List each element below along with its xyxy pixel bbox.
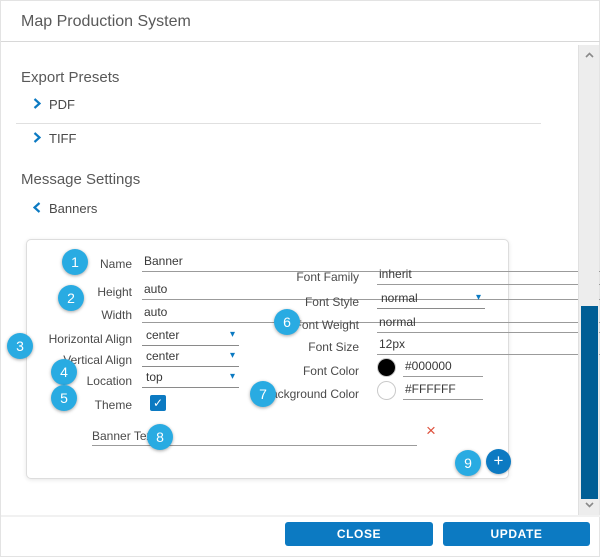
vertical-align-label: Vertical Align	[27, 353, 132, 367]
export-presets-heading: Export Presets	[21, 69, 119, 86]
annotation-marker-9: 9	[455, 450, 481, 476]
chevron-right-icon	[33, 97, 41, 112]
annotation-marker-1: 1	[62, 249, 88, 275]
font-color-label: Font Color	[207, 364, 359, 378]
font-family-input[interactable]	[377, 267, 600, 285]
message-settings-heading: Message Settings	[21, 171, 140, 188]
scroll-up-arrow-icon[interactable]	[579, 48, 599, 62]
annotation-marker-5: 5	[51, 385, 77, 411]
font-color-control: #000000	[377, 358, 485, 377]
page-title: Map Production System	[21, 13, 191, 31]
scrollbar-thumb[interactable]	[581, 306, 598, 499]
font-size-input[interactable]	[377, 337, 600, 355]
annotation-marker-6: 6	[274, 309, 300, 335]
annotation-marker-2: 2	[58, 285, 84, 311]
annotation-marker-4: 4	[51, 359, 77, 385]
checkmark-icon: ✓	[153, 396, 163, 410]
background-color-control: #FFFFFF	[377, 381, 485, 400]
background-color-hex[interactable]: #FFFFFF	[403, 382, 483, 400]
export-preset-tiff-label: TIFF	[49, 131, 76, 146]
export-preset-pdf-label: PDF	[49, 97, 75, 112]
banner-settings-card: Name Height Width Horizontal Align cente…	[26, 239, 509, 479]
preset-divider	[16, 123, 541, 124]
chevron-left-icon	[33, 201, 41, 216]
annotation-marker-7: 7	[250, 381, 276, 407]
banner-text-input[interactable]	[156, 429, 417, 443]
plus-icon: +	[494, 451, 504, 470]
font-color-hex[interactable]: #000000	[403, 359, 483, 377]
caret-down-icon: ▾	[476, 293, 481, 303]
export-preset-tiff[interactable]: TIFF	[33, 131, 76, 146]
vertical-align-value: center	[146, 349, 179, 363]
location-label: Location	[27, 374, 132, 388]
font-family-label: Font Family	[207, 270, 359, 284]
horizontal-align-label: Horizontal Align	[27, 332, 132, 346]
font-style-label: Font Style	[207, 295, 359, 309]
footer-divider	[1, 515, 600, 517]
theme-label: Theme	[27, 398, 132, 412]
font-style-select[interactable]: normal ▾	[377, 291, 485, 309]
background-color-swatch[interactable]	[377, 381, 396, 400]
font-color-swatch[interactable]	[377, 358, 396, 377]
banners-back-label: Banners	[49, 201, 97, 216]
banners-back-link[interactable]: Banners	[33, 201, 97, 216]
add-banner-button[interactable]: +	[486, 449, 511, 474]
font-style-value: normal	[381, 291, 418, 305]
header-divider	[1, 41, 600, 42]
font-weight-input[interactable]	[377, 315, 600, 333]
theme-checkbox[interactable]: ✓	[150, 395, 166, 411]
remove-banner-icon[interactable]: ×	[426, 421, 436, 441]
font-size-label: Font Size	[207, 340, 359, 354]
horizontal-align-value: center	[146, 328, 179, 342]
location-value: top	[146, 370, 163, 384]
annotation-marker-8: 8	[147, 424, 173, 450]
close-button[interactable]: CLOSE	[285, 522, 433, 546]
banner-text-field[interactable]: Banner Text	[92, 429, 417, 446]
export-preset-pdf[interactable]: PDF	[33, 97, 75, 112]
vertical-scrollbar[interactable]	[578, 45, 599, 515]
width-label: Width	[27, 308, 132, 322]
update-button[interactable]: UPDATE	[443, 522, 590, 546]
scroll-down-arrow-icon[interactable]	[579, 498, 599, 512]
chevron-right-icon	[33, 131, 41, 146]
background-color-label: Background Color	[207, 387, 359, 401]
annotation-marker-3: 3	[7, 333, 33, 359]
